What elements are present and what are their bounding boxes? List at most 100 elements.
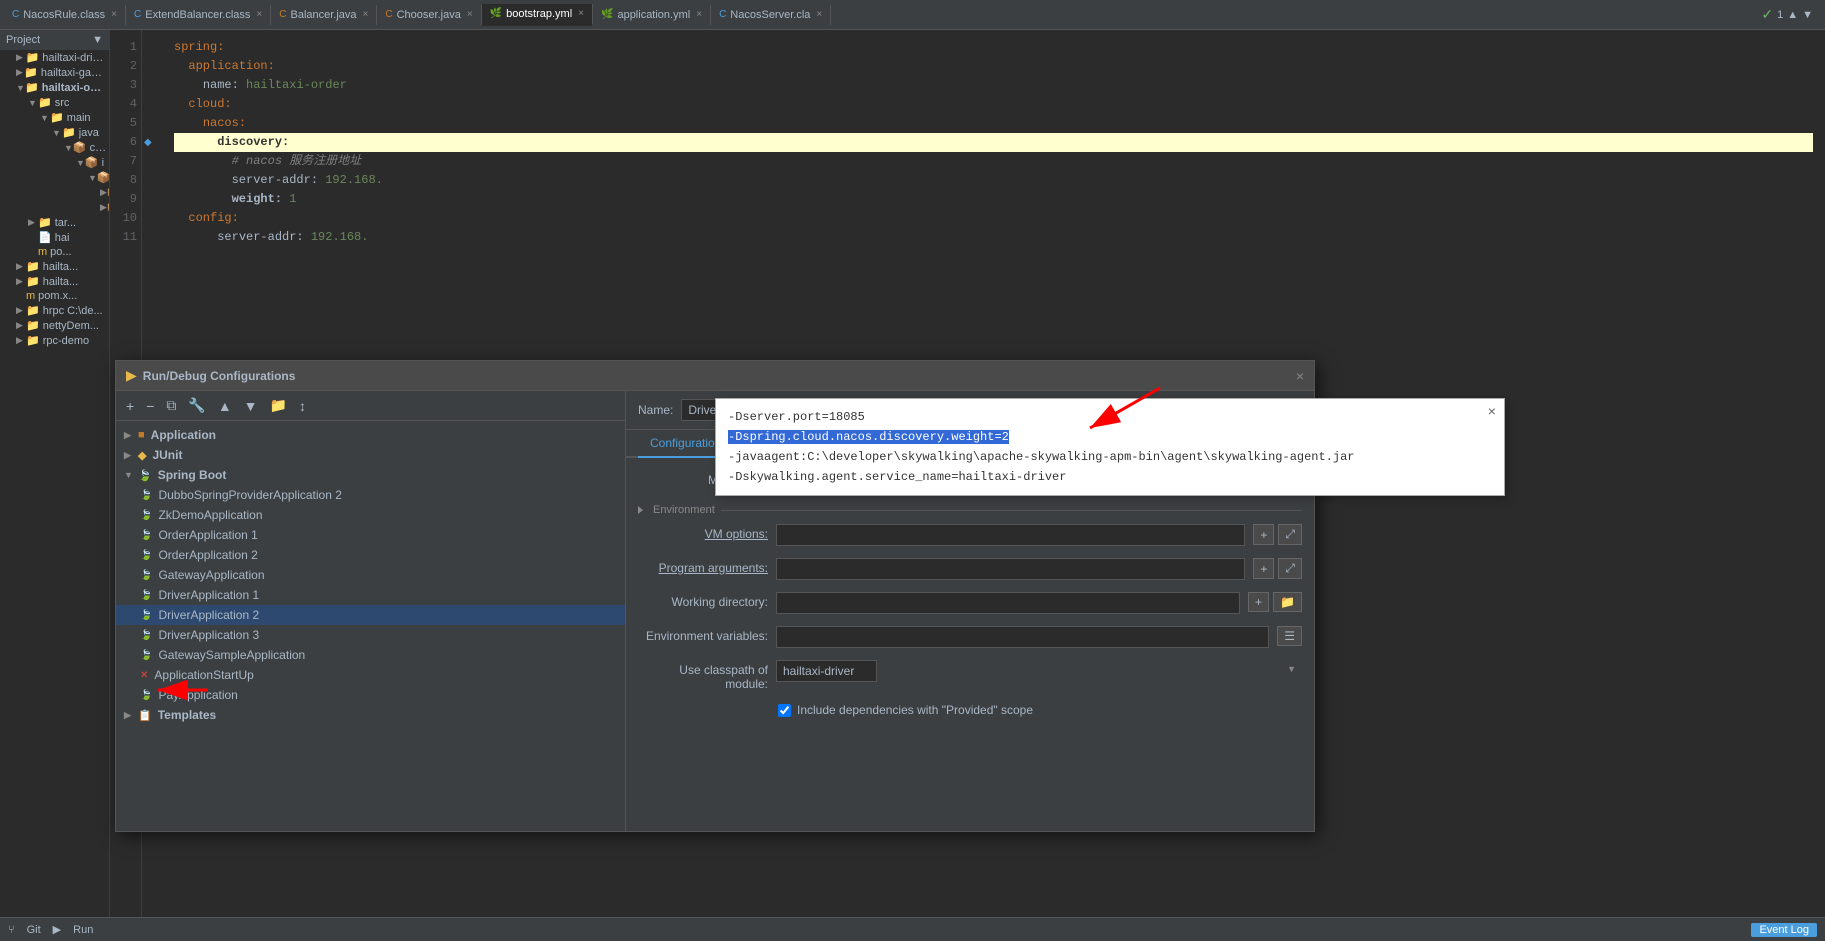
tab-close-extend-balancer[interactable]: × [256, 9, 262, 20]
tree-com[interactable]: ▼ 📦 com [0, 140, 109, 155]
program-args-label[interactable]: Program arguments: [638, 558, 768, 575]
working-dir-input[interactable] [776, 592, 1240, 614]
toolbar-folder-btn[interactable]: 📁 [266, 395, 291, 416]
tab-label-extend-balancer: ExtendBalancer.class [145, 9, 250, 21]
program-args-input[interactable] [776, 558, 1245, 580]
config-group-templates[interactable]: ▶ 📋 Templates [116, 705, 625, 725]
tab-close-nacos-rule[interactable]: × [111, 9, 117, 20]
config-item-dubbo[interactable]: 🍃 DubboSpringProviderApplication 2 [116, 485, 625, 505]
module-select[interactable]: hailtaxi-driver hailtaxi-order hailtaxi-… [776, 660, 877, 682]
git-label[interactable]: Git [27, 924, 41, 936]
config-group-application[interactable]: ▶ ■ Application [116, 425, 625, 445]
config-item-driver1[interactable]: 🍃 DriverApplication 1 [116, 585, 625, 605]
project-dropdown-icon[interactable]: ▼ [92, 34, 103, 46]
nav-up-btn[interactable]: ▲ [1787, 9, 1798, 21]
program-args-expand-btn[interactable]: + [1253, 558, 1274, 579]
tab-close-bootstrap[interactable]: × [578, 8, 584, 19]
folder-icon-src: 📁 [38, 96, 52, 109]
tree-java[interactable]: ▼ 📁 java [0, 125, 109, 140]
tab-bootstrap[interactable]: 🌿 bootstrap.yml × [482, 4, 593, 26]
toolbar-remove-btn[interactable]: − [142, 396, 158, 416]
working-dir-browse-btn[interactable]: 📁 [1273, 592, 1302, 612]
toolbar-add-btn[interactable]: + [122, 396, 138, 416]
tab-balancer[interactable]: C Balancer.java × [271, 5, 377, 25]
program-args-actions: + ⤢ [1253, 558, 1302, 579]
run-label[interactable]: Run [73, 924, 93, 936]
config-item-driver2[interactable]: 🍃 DriverApplication 2 [116, 605, 625, 625]
env-vars-actions: ☰ [1277, 626, 1302, 646]
config-item-app-startup[interactable]: ✕ ApplicationStartUp [116, 665, 625, 685]
env-vars-browse-btn[interactable]: ☰ [1277, 626, 1302, 646]
vm-options-fullscreen-btn[interactable]: ⤢ [1278, 524, 1302, 545]
config-item-gateway-sample[interactable]: 🍃 GatewaySampleApplication [116, 645, 625, 665]
tree-controller[interactable]: ▶ 📦 controller [0, 185, 109, 200]
config-item-pay[interactable]: 🍃 PayApplication [116, 685, 625, 705]
tree-label-target: tar... [55, 217, 76, 229]
tree-rpc[interactable]: ▶ 📁 rpc-demo [0, 333, 109, 348]
toolbar-copy-btn[interactable]: ⧉ [162, 395, 180, 416]
tree-hailtaxi-gateway[interactable]: ▶ 📁 hailtaxi-gateway [0, 65, 109, 80]
vm-options-label[interactable]: VM options: [638, 524, 768, 541]
tab-extend-balancer[interactable]: C ExtendBalancer.class × [126, 5, 271, 25]
tab-close-chooser[interactable]: × [467, 9, 473, 20]
config-item-order1[interactable]: 🍃 OrderApplication 1 [116, 525, 625, 545]
tree-hailtax[interactable]: ▶ 📁 hailta... [0, 259, 109, 274]
tab-label-balancer: Balancer.java [290, 9, 356, 21]
tree-order[interactable]: ▼ 📦 order [0, 170, 109, 185]
config-item-order2[interactable]: 🍃 OrderApplication 2 [116, 545, 625, 565]
tree-hailtaxi-driver[interactable]: ▶ 📁 hailtaxi-driver [0, 50, 109, 65]
config-item-zkdemo[interactable]: 🍃 ZkDemoApplication [116, 505, 625, 525]
tab-close-nacos-server[interactable]: × [816, 9, 822, 20]
check-count: 1 [1777, 9, 1783, 21]
tab-nacos-server[interactable]: C NacosServer.cla × [711, 5, 831, 25]
vm-popup-line-1: -Dserver.port=18085 [728, 407, 1492, 427]
tree-label-hai: hai [55, 232, 70, 244]
program-args-fullscreen-btn[interactable]: ⤢ [1278, 558, 1302, 579]
config-item-driver3[interactable]: 🍃 DriverApplication 3 [116, 625, 625, 645]
tab-close-application-yml[interactable]: × [696, 9, 702, 20]
form-env-vars-row: Environment variables: ☰ [638, 626, 1302, 648]
working-dir-expand-btn[interactable]: + [1248, 592, 1269, 612]
config-label-driver3: DriverApplication 3 [158, 628, 259, 642]
tree-pom2[interactable]: m pom.x... [0, 289, 109, 303]
tab-close-balancer[interactable]: × [363, 9, 369, 20]
code-line-6: discovery: [174, 133, 1813, 152]
tree-target[interactable]: ▶ 📁 tar... [0, 215, 109, 230]
module-label: Use classpath of module: [638, 660, 768, 691]
config-group-spring-boot[interactable]: ▼ 🍃 Spring Boot [116, 465, 625, 485]
toolbar-down-btn[interactable]: ▼ [240, 396, 262, 416]
gutter-marker-6[interactable]: ◆ [144, 133, 160, 152]
toolbar-sort-btn[interactable]: ↕ [295, 396, 310, 416]
tree-hai[interactable]: 📄 hai [0, 230, 109, 245]
dialog-close-btn[interactable]: × [1296, 368, 1304, 384]
toolbar-up-btn[interactable]: ▲ [214, 396, 236, 416]
tree-mapper[interactable]: ▶ 📦 mapper [0, 200, 109, 215]
tab-label-nacos-rule: NacosRule.class [23, 9, 105, 21]
tree-netty[interactable]: ▶ 📁 nettyDem... [0, 318, 109, 333]
env-vars-input[interactable] [776, 626, 1269, 648]
tree-hrpc[interactable]: ▶ 📁 hrpc C:\de... [0, 303, 109, 318]
tree-itheima[interactable]: ▼ 📦 itheima [0, 155, 109, 170]
tree-pom[interactable]: m po... [0, 245, 109, 259]
vm-options-expand-btn[interactable]: + [1253, 524, 1274, 545]
config-item-gateway[interactable]: 🍃 GatewayApplication [116, 565, 625, 585]
tab-application-yml[interactable]: 🌿 application.yml × [593, 5, 711, 25]
tab-nacos-rule[interactable]: C NacosRule.class × [4, 5, 126, 25]
provided-scope-checkbox[interactable] [778, 704, 791, 717]
provided-scope-label: Include dependencies with "Provided" sco… [797, 703, 1033, 717]
tab-chooser[interactable]: C Chooser.java × [377, 5, 481, 25]
tree-label-driver: hailtaxi-driver [42, 52, 105, 64]
tree-hailtaxi-order[interactable]: ▼ 📁 hailtaxi-order [0, 80, 109, 95]
config-group-junit[interactable]: ▶ ◆ JUnit [116, 445, 625, 465]
tree-src[interactable]: ▼ 📁 src [0, 95, 109, 110]
tree-hailtax2[interactable]: ▶ 📁 hailta... [0, 274, 109, 289]
tree-main[interactable]: ▼ 📁 main [0, 110, 109, 125]
vm-popup-close-btn[interactable]: × [1488, 403, 1496, 423]
tab-icon-c2: C [134, 9, 141, 20]
env-header-label: Environment [653, 504, 715, 516]
toolbar-settings-btn[interactable]: 🔧 [184, 395, 209, 416]
vm-options-input[interactable] [776, 524, 1245, 546]
tree-label-hailtax: hailta... [43, 261, 78, 273]
event-log-btn[interactable]: Event Log [1751, 923, 1817, 937]
nav-down-btn[interactable]: ▼ [1802, 9, 1813, 21]
